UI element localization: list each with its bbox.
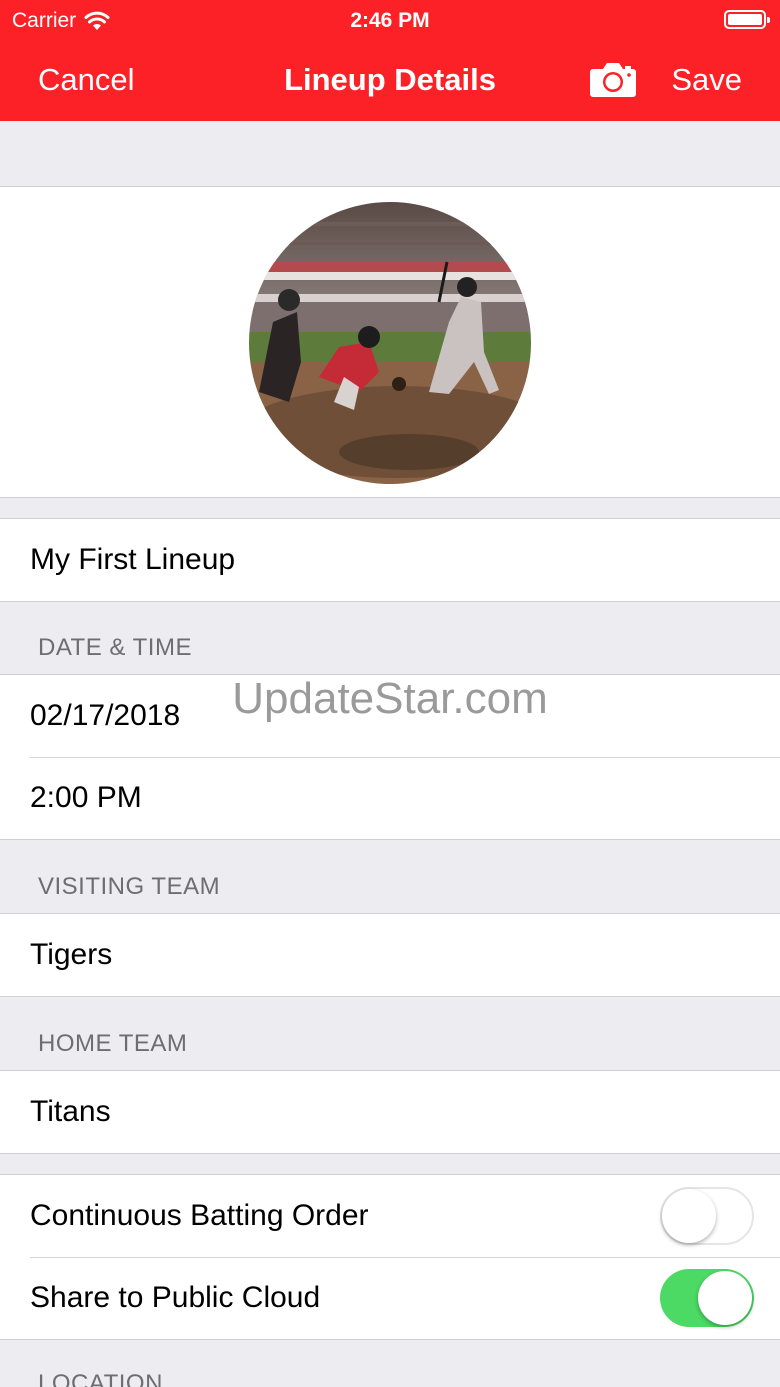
options-section: Continuous Batting Order Share to Public… [0, 1174, 780, 1340]
lineup-name-field[interactable]: My First Lineup [0, 519, 780, 601]
lineup-name-section: My First Lineup [0, 518, 780, 602]
visiting-team-field[interactable]: Tigers [0, 914, 780, 996]
status-time: 2:46 PM [350, 9, 430, 32]
photo-section [0, 186, 780, 498]
battery-icon [724, 10, 770, 29]
visiting-team-section: Tigers [0, 913, 780, 997]
continuous-batting-order-toggle[interactable] [660, 1187, 754, 1245]
status-bar: Carrier 2:46 PM [0, 0, 780, 40]
date-field[interactable]: 02/17/2018 [0, 675, 780, 757]
baseball-photo-image [249, 202, 531, 484]
save-button[interactable]: Save [671, 62, 742, 98]
lineup-photo[interactable] [249, 202, 531, 484]
cancel-button[interactable]: Cancel [38, 62, 135, 98]
date-time-header: DATE & TIME [38, 634, 192, 661]
visiting-team-header: VISITING TEAM [38, 873, 221, 900]
home-team-section: Titans [0, 1070, 780, 1154]
time-field[interactable]: 2:00 PM [0, 757, 780, 839]
continuous-batting-order-row: Continuous Batting Order [0, 1175, 780, 1257]
date-time-section: 02/17/2018 2:00 PM [0, 674, 780, 840]
continuous-batting-order-label: Continuous Batting Order [30, 1199, 369, 1232]
share-public-cloud-row: Share to Public Cloud [0, 1257, 780, 1339]
location-header: LOCATION [38, 1370, 163, 1387]
navigation-bar: Cancel Lineup Details Save [0, 40, 780, 121]
home-team-header: HOME TEAM [38, 1030, 188, 1057]
home-team-field[interactable]: Titans [0, 1071, 780, 1153]
share-public-cloud-toggle[interactable] [660, 1269, 754, 1327]
camera-icon[interactable] [589, 60, 637, 98]
share-public-cloud-label: Share to Public Cloud [30, 1281, 321, 1314]
